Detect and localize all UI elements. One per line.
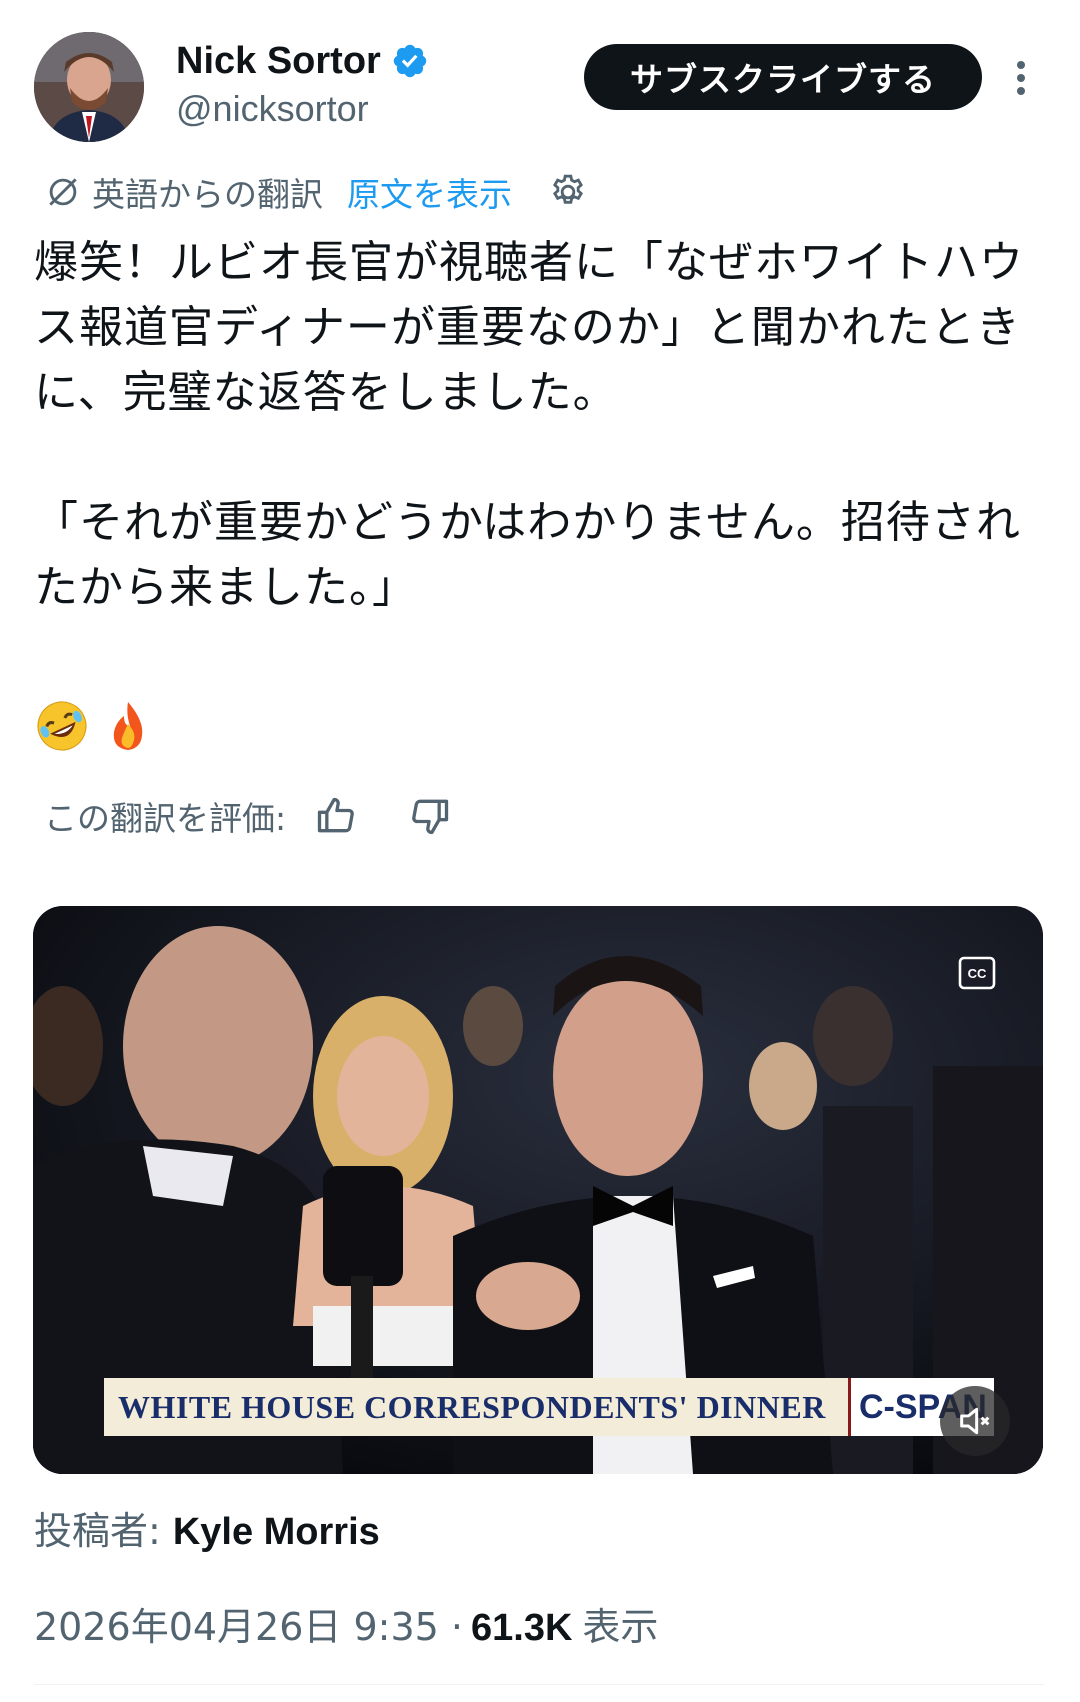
rolling-on-floor-laughing-icon <box>37 701 87 751</box>
tweet-text: 爆笑！ルビオ長官が視聴者に「なぜホワイトハウス報道官ディナーが重要なのか」と聞か… <box>34 237 1024 613</box>
more-options-icon[interactable] <box>1008 58 1034 98</box>
fire-icon <box>113 702 143 750</box>
subscribe-button[interactable]: サブスクライブする <box>584 44 982 110</box>
poster-name-link[interactable]: Kyle Morris <box>173 1511 380 1554</box>
translate-icon <box>49 178 77 206</box>
views-count: 61.3K <box>471 1607 573 1649</box>
translation-bar: 英語からの翻訳 原文を表示 <box>44 166 588 218</box>
show-original-link[interactable]: 原文を表示 <box>347 168 512 216</box>
mute-button[interactable] <box>940 1386 1010 1456</box>
rate-translation-label: この翻訳を評価: <box>44 799 287 838</box>
timestamp[interactable]: 2026年04月26日 9:35 · <box>34 1596 463 1651</box>
emoji-row <box>34 698 156 754</box>
speaker-muted-icon <box>960 1407 990 1435</box>
author-name-row[interactable]: Nick Sortor <box>176 34 429 88</box>
views-label: 表示 <box>582 1605 659 1649</box>
thumbs-down-icon[interactable] <box>408 794 452 838</box>
avatar[interactable] <box>34 32 144 142</box>
cc-label: CC <box>968 966 987 981</box>
closed-captions-button[interactable]: CC <box>958 956 996 990</box>
gear-icon[interactable] <box>548 172 588 212</box>
lower-third-title: WHITE HOUSE CORRESPONDENTS' DINNER <box>118 1388 826 1425</box>
rate-translation-row: この翻訳を評価: <box>44 788 452 844</box>
tweet-meta: 2026年04月26日 9:35 · 61.3K 表示 <box>34 1596 658 1651</box>
poster-label: 投稿者: <box>34 1509 161 1553</box>
translation-label: 英語からの翻訳 <box>92 175 323 214</box>
divider <box>34 1684 1044 1685</box>
thumbs-up-icon[interactable] <box>314 794 358 838</box>
author-handle[interactable]: @nicksortor <box>176 88 369 130</box>
video-lower-third: WHITE HOUSE CORRESPONDENTS' DINNER C-SPA… <box>104 1378 994 1436</box>
video-credit: 投稿者: Kyle Morris <box>34 1500 380 1555</box>
verified-badge-icon <box>393 44 427 78</box>
author-name[interactable]: Nick Sortor <box>176 40 381 83</box>
